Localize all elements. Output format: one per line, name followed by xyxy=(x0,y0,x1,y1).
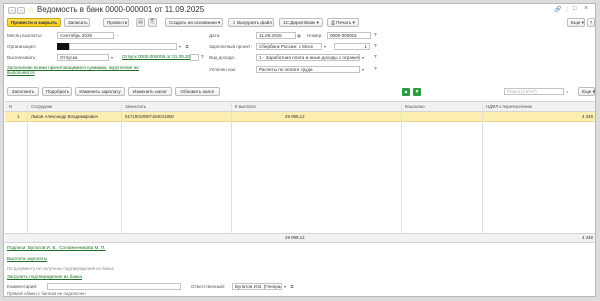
column-separator xyxy=(121,101,122,243)
help-icon[interactable]: ? xyxy=(374,32,377,37)
post-button[interactable]: Провести xyxy=(103,18,129,27)
directbank-button[interactable]: 1С:ДиректБанк ▾ xyxy=(279,18,323,27)
change-tax-button[interactable]: Изменить налог xyxy=(128,87,172,96)
number-field[interactable]: 0000-000001 xyxy=(327,32,371,39)
close-icon[interactable]: × xyxy=(584,5,588,12)
column-withheld[interactable]: Взыскано xyxy=(405,104,425,109)
income-type-label: Вид дохода: xyxy=(209,55,235,60)
number-label: Номер: xyxy=(307,33,323,38)
paid-as-label: Уплачен как: xyxy=(209,67,237,72)
move-down-icon[interactable]: ▼ xyxy=(413,88,421,96)
row-account: 51719018007184041800 xyxy=(125,114,174,119)
post-and-close-button[interactable]: Провести и закрыть xyxy=(7,18,61,27)
column-separator xyxy=(482,101,483,243)
pay-type-dropdown-icon[interactable]: ▾ xyxy=(109,54,115,61)
paid-as-field[interactable]: Расчеты по оплате труда xyxy=(256,66,360,73)
salary-project-field[interactable]: Сбербанк России: с Моск xyxy=(256,43,322,50)
fill-button[interactable]: Заполнить xyxy=(7,87,39,96)
footer-ndfl: 4 348 xyxy=(582,235,593,240)
column-employee[interactable]: Сотрудник xyxy=(31,104,52,109)
link-icon[interactable]: 🔗 xyxy=(554,6,561,13)
organization-dropdown-icon[interactable]: ▾ xyxy=(177,43,183,50)
menu-dots-icon[interactable]: ⋮ xyxy=(564,6,570,13)
pay-type-field[interactable]: Отпуска xyxy=(57,54,109,61)
change-salary-button[interactable]: Изменить зарплату xyxy=(75,87,125,96)
organization-open-icon[interactable]: ⧉ xyxy=(184,43,190,50)
table-body-empty xyxy=(5,122,595,234)
responsible-dropdown-icon[interactable]: ▾ xyxy=(282,283,288,290)
pay-label: Выплачивать: xyxy=(7,55,37,60)
table-footer: 29 099,12 4 348 xyxy=(5,234,595,243)
table-row[interactable]: 1 Львов Александр Владимирович 517190180… xyxy=(5,112,595,122)
back-icon[interactable]: ← xyxy=(8,7,16,14)
month-label: Месяц выплаты: xyxy=(7,33,43,38)
print-button[interactable]: ⎙ Печать ▾ xyxy=(327,18,359,27)
column-to-pay[interactable]: К выплате xyxy=(235,104,256,109)
column-separator xyxy=(27,101,28,243)
vacation-extra-field[interactable] xyxy=(190,54,199,61)
table-header: N Сотрудник Зачислять К выплате Взыскано… xyxy=(5,101,595,112)
save-button[interactable]: Записать xyxy=(64,18,90,27)
create-based-on-button[interactable]: Создать на основании ▾ xyxy=(165,18,223,27)
income-type-field[interactable]: 1 - Заработная плата и иные доходы с огр… xyxy=(256,54,360,61)
column-separator xyxy=(231,101,232,243)
direct-exchange-note: Прямой обмен с банком не подключен xyxy=(7,291,86,296)
comment-label: Комментарий: xyxy=(7,284,38,289)
table-more-button[interactable]: Еще ▾ xyxy=(578,87,595,96)
help-icon[interactable]: ? xyxy=(201,54,204,59)
salary-project-dropdown-icon[interactable]: ▾ xyxy=(322,43,328,50)
salary-project-label: Зарплатный проект: xyxy=(209,44,252,49)
organization-label: Организация: xyxy=(7,44,36,49)
update-tax-button[interactable]: Обновить налог xyxy=(175,87,220,96)
no-confirmation-note: По документу не получены подтверждения и… xyxy=(7,266,114,271)
window-title: Ведомость в банк 0000-000001 от 11.09.20… xyxy=(37,5,205,14)
pick-button[interactable]: Подобрать xyxy=(42,87,72,96)
column-account[interactable]: Зачислять xyxy=(125,104,146,109)
help-button[interactable]: ? xyxy=(587,18,595,27)
maximize-icon[interactable]: □ xyxy=(573,6,577,12)
month-picker-icon[interactable]: ⋯ xyxy=(114,32,120,39)
row-number: 1 xyxy=(17,114,20,119)
calendar-icon[interactable]: ▦ xyxy=(296,32,302,39)
move-up-icon[interactable]: ▲ xyxy=(402,88,410,96)
salary-project-number[interactable]: 1 xyxy=(334,43,370,50)
more-button[interactable]: Еще ▾ xyxy=(567,18,585,27)
column-separator xyxy=(401,101,402,243)
row-ndfl: 4 348 xyxy=(582,114,593,119)
row-employee: Львов Александр Владимирович xyxy=(31,114,99,119)
vacation-doc-link[interactable]: Отпуск 0000-000008 от 01.09.2025 xyxy=(122,54,195,60)
help-icon[interactable]: ? xyxy=(374,43,377,48)
favorite-star-icon[interactable]: ☆ xyxy=(28,6,34,14)
responsible-open-icon[interactable]: ⧉ xyxy=(289,283,295,290)
signatures-link[interactable]: Подписи: Булатов И. В., Соломенникова М.… xyxy=(7,245,105,251)
footer-to-pay: 29 099,12 xyxy=(285,235,305,240)
forward-icon[interactable]: → xyxy=(17,7,25,14)
upload-file-button[interactable]: ⇩ Выгрузить файл xyxy=(228,18,274,27)
payments-link[interactable]: Выплата зарплаты xyxy=(7,256,47,262)
column-number[interactable]: N xyxy=(9,104,12,109)
organization-field[interactable] xyxy=(57,43,69,50)
help-icon[interactable]: ? xyxy=(374,54,377,59)
date-label: Дата: xyxy=(209,33,221,38)
month-field[interactable]: Сентябрь 2025 xyxy=(57,32,114,39)
date-field[interactable]: 11.09.2025 xyxy=(256,32,296,39)
organization-field-rest[interactable] xyxy=(69,43,177,50)
attach-icon[interactable]: ⎘ xyxy=(148,18,157,27)
paid-as-dropdown-icon[interactable]: ▾ xyxy=(360,66,366,73)
responsible-field[interactable]: Булатов И.В. (Генеральн xyxy=(232,283,282,290)
row-to-pay: 29 099,12 xyxy=(285,114,305,119)
search-input[interactable]: Поиск (Ctrl+F) xyxy=(504,88,564,95)
responsible-label: Ответственный: xyxy=(191,284,226,289)
fill-mode-link[interactable]: Заполнение всеми причитающимися суммами,… xyxy=(7,65,157,75)
search-clear-icon[interactable]: × xyxy=(564,88,570,95)
income-type-dropdown-icon[interactable]: ▾ xyxy=(360,54,366,61)
document-icon[interactable]: ▤ xyxy=(136,18,145,27)
document-window: ← → ☆ Ведомость в банк 0000-000001 от 11… xyxy=(3,3,596,297)
column-ndfl[interactable]: НДФЛ к перечислению xyxy=(486,104,532,109)
help-icon[interactable]: ? xyxy=(374,66,377,71)
load-confirmation-link[interactable]: Загрузить подтверждение из банка xyxy=(7,274,82,280)
comment-field[interactable] xyxy=(47,283,181,290)
